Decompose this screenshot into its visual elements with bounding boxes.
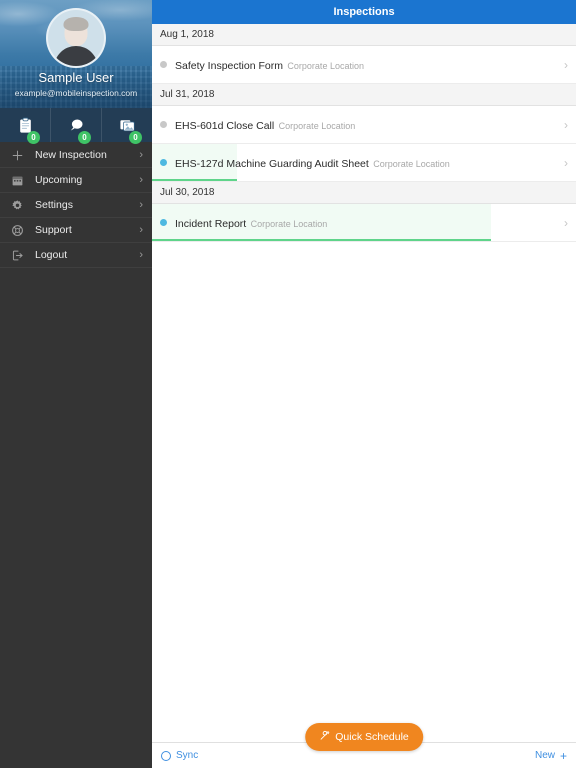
avatar[interactable]: [46, 8, 106, 68]
table-row[interactable]: Safety Inspection Form Corporate Locatio…: [152, 46, 576, 84]
sidebar-item-label: Logout: [35, 249, 68, 261]
quick-schedule-label: Quick Schedule: [335, 731, 409, 743]
row-subtitle: Corporate Location: [250, 218, 328, 229]
page-title: Inspections: [333, 6, 395, 18]
avatar-body: [54, 46, 98, 66]
sidebar-item-settings[interactable]: Settings ›: [0, 193, 152, 218]
chevron-right-icon: ›: [139, 248, 143, 261]
app-root: Sample User example@mobileinspection.com: [0, 0, 576, 768]
row-text: EHS-127d Machine Guarding Audit Sheet Co…: [175, 154, 558, 172]
status-dot: [160, 219, 167, 226]
sidebar: Sample User example@mobileinspection.com: [0, 0, 152, 768]
inspections-list[interactable]: Aug 1, 2018 Safety Inspection Form Corpo…: [152, 24, 576, 742]
sidebar-item-label: Settings: [35, 199, 73, 211]
sidebar-item-label: Upcoming: [35, 174, 83, 186]
chevron-right-icon: ›: [139, 148, 143, 161]
chevron-right-icon: ›: [139, 198, 143, 211]
row-progress-bar: [152, 239, 492, 241]
quick-schedule-button[interactable]: Quick Schedule: [305, 723, 423, 751]
chevron-right-icon: ›: [139, 223, 143, 236]
main-panel: Inspections Aug 1, 2018 Safety Inspectio…: [152, 0, 576, 768]
gear-icon: [8, 197, 26, 213]
plus-icon: +: [559, 748, 567, 763]
row-title: Safety Inspection Form: [175, 59, 283, 72]
lifebuoy-icon: [8, 222, 26, 238]
quick-stat-messages[interactable]: 0: [51, 108, 102, 144]
profile-name: Sample User: [38, 70, 114, 85]
sync-circle-icon: [161, 750, 171, 761]
table-row[interactable]: EHS-601d Close Call Corporate Location ›: [152, 106, 576, 144]
tools-icon: [319, 728, 330, 746]
new-label: New: [534, 750, 555, 761]
sidebar-item-upcoming[interactable]: Upcoming ›: [0, 168, 152, 193]
new-button[interactable]: New +: [535, 750, 567, 762]
status-dot: [160, 121, 167, 128]
sidebar-item-new-inspection[interactable]: New Inspection ›: [0, 143, 152, 168]
chevron-right-icon: ›: [139, 173, 143, 186]
plus-icon: [8, 147, 26, 163]
row-title: EHS-127d Machine Guarding Audit Sheet: [175, 157, 369, 170]
chevron-right-icon[interactable]: ›: [558, 217, 568, 229]
date-group-header: Aug 1, 2018: [152, 24, 576, 46]
quick-stats-bar: 0 0 0: [0, 108, 152, 144]
row-progress-bar: [152, 179, 237, 181]
sidebar-item-label: Support: [35, 224, 72, 236]
date-group-header: Jul 31, 2018: [152, 84, 576, 106]
row-text: EHS-601d Close Call Corporate Location: [175, 116, 558, 134]
quick-stat-inspections[interactable]: 0: [0, 108, 51, 144]
table-row[interactable]: Incident Report Corporate Location ›: [152, 204, 576, 242]
status-dot: [160, 61, 167, 68]
date-label: Aug 1, 2018: [160, 29, 214, 40]
sidebar-menu: New Inspection › Upcoming › Settings › S…: [0, 142, 152, 268]
sync-button[interactable]: Sync: [161, 750, 198, 761]
avatar-hair: [63, 17, 89, 31]
table-row[interactable]: EHS-127d Machine Guarding Audit Sheet Co…: [152, 144, 576, 182]
row-title: Incident Report: [175, 217, 247, 230]
row-subtitle: Corporate Location: [278, 120, 356, 131]
logout-icon: [8, 247, 26, 263]
row-title: EHS-601d Close Call: [175, 119, 275, 132]
chevron-right-icon[interactable]: ›: [558, 119, 568, 131]
profile-email: example@mobileinspection.com: [14, 88, 138, 98]
sidebar-item-logout[interactable]: Logout ›: [0, 243, 152, 268]
sidebar-item-support[interactable]: Support ›: [0, 218, 152, 243]
status-dot: [160, 159, 167, 166]
row-text: Safety Inspection Form Corporate Locatio…: [175, 56, 558, 74]
date-group-header: Jul 30, 2018: [152, 182, 576, 204]
sidebar-item-label: New Inspection: [35, 149, 107, 161]
chevron-right-icon[interactable]: ›: [558, 157, 568, 169]
quick-stat-photos[interactable]: 0: [102, 108, 152, 144]
row-subtitle: Corporate Location: [287, 60, 364, 71]
calendar-icon: [8, 172, 26, 188]
profile-header: Sample User example@mobileinspection.com: [0, 0, 152, 108]
date-label: Jul 31, 2018: [160, 89, 215, 100]
date-label: Jul 30, 2018: [160, 187, 215, 198]
row-text: Incident Report Corporate Location: [175, 214, 558, 232]
chevron-right-icon[interactable]: ›: [558, 59, 568, 71]
sync-label: Sync: [176, 750, 199, 761]
row-subtitle: Corporate Location: [373, 158, 450, 169]
top-bar: Inspections: [152, 0, 576, 24]
